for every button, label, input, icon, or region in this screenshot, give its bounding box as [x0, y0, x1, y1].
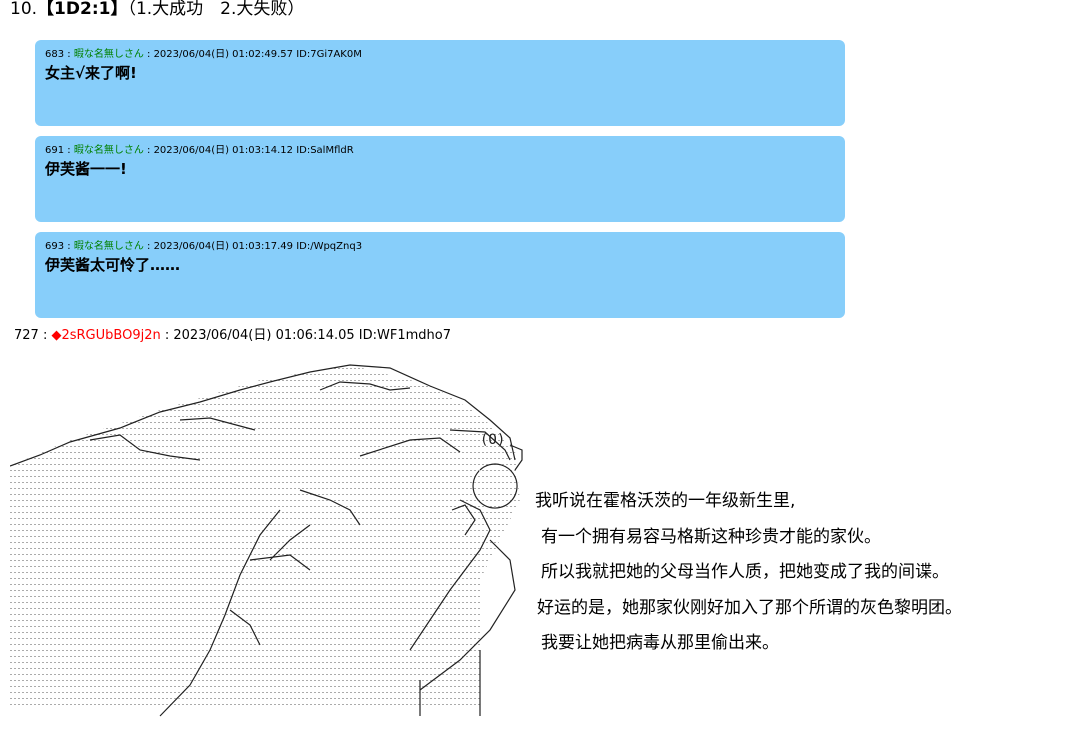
poster-trip: ◆2sRGUbBO9j2n	[51, 328, 161, 343]
poster-id[interactable]: ID:SalMfldR	[296, 145, 354, 156]
story-line: 有一个拥有易容马格斯这种珍贵才能的家伙。	[541, 526, 881, 547]
post-body: 伊芙酱一一!	[45, 160, 127, 178]
story-text: 我听说在霍格沃茨的一年级新生里, 有一个拥有易容马格斯这种珍贵才能的家伙。 所以…	[535, 484, 962, 662]
post-meta: 693 : 暇な名無しさん : 2023/06/04(日) 01:03:17.4…	[45, 241, 363, 252]
story-line: 我要让她把病毒从那里偷出来。	[541, 633, 779, 653]
poster-id[interactable]: ID:WF1mdho7	[359, 328, 451, 343]
post-number-link[interactable]: 683	[45, 49, 64, 60]
post-number-link[interactable]: 691	[45, 145, 64, 156]
poster-id[interactable]: ID:7Gi7AK0M	[296, 49, 362, 60]
post-number-link[interactable]: 727	[14, 328, 39, 343]
post-date: 2023/06/04(日) 01:02:49.57	[153, 49, 293, 60]
main-post-header: 727 : ◆2sRGUbBO9j2n : 2023/06/04(日) 01:0…	[14, 328, 451, 343]
poster-id[interactable]: ID:/WpqZnq3	[296, 241, 362, 252]
post-date: 2023/06/04(日) 01:03:14.12	[153, 145, 293, 156]
poster-name: 暇な名無しさん	[73, 49, 144, 60]
post-meta: 691 : 暇な名無しさん : 2023/06/04(日) 01:03:14.1…	[45, 145, 354, 156]
ascii-dotted-fill	[10, 365, 520, 710]
quoted-post: 693 : 暇な名無しさん : 2023/06/04(日) 01:03:17.4…	[35, 232, 845, 318]
post-number-link[interactable]: 693	[45, 241, 64, 252]
post-heading: 10.【1D2:1】（1.大成功 2.大失败）	[10, 0, 304, 20]
poster-name: 暇な名無しさん	[73, 145, 144, 156]
heading-number: 10.	[10, 0, 38, 19]
post-date: 2023/06/04(日) 01:06:14.05	[173, 328, 355, 343]
post-date: 2023/06/04(日) 01:03:17.49	[153, 241, 293, 252]
ascii-glyph: (O)	[480, 432, 505, 448]
quoted-post: 691 : 暇な名無しさん : 2023/06/04(日) 01:03:14.1…	[35, 136, 845, 222]
ascii-art-drawing: (O)	[10, 364, 523, 717]
post-meta: 683 : 暇な名無しさん : 2023/06/04(日) 01:02:49.5…	[45, 49, 362, 60]
dice-result: 【1D2:1】	[37, 0, 128, 19]
quoted-post: 683 : 暇な名無しさん : 2023/06/04(日) 01:02:49.5…	[35, 40, 845, 126]
story-line: 所以我就把她的父母当作人质，把她变成了我的间谍。	[541, 562, 949, 582]
ascii-art-illustration: (O)	[10, 360, 530, 726]
story-line: 我听说在霍格沃茨的一年级新生里,	[535, 491, 796, 511]
poster-name: 暇な名無しさん	[73, 241, 144, 252]
post-body: 女主√来了啊!	[45, 64, 137, 82]
story-line: 好运的是，她那家伙刚好加入了那个所谓的灰色黎明团。	[537, 597, 962, 618]
post-body: 伊芙酱太可怜了……	[45, 256, 181, 274]
dice-options: （1.大成功 2.大失败）	[127, 0, 305, 19]
